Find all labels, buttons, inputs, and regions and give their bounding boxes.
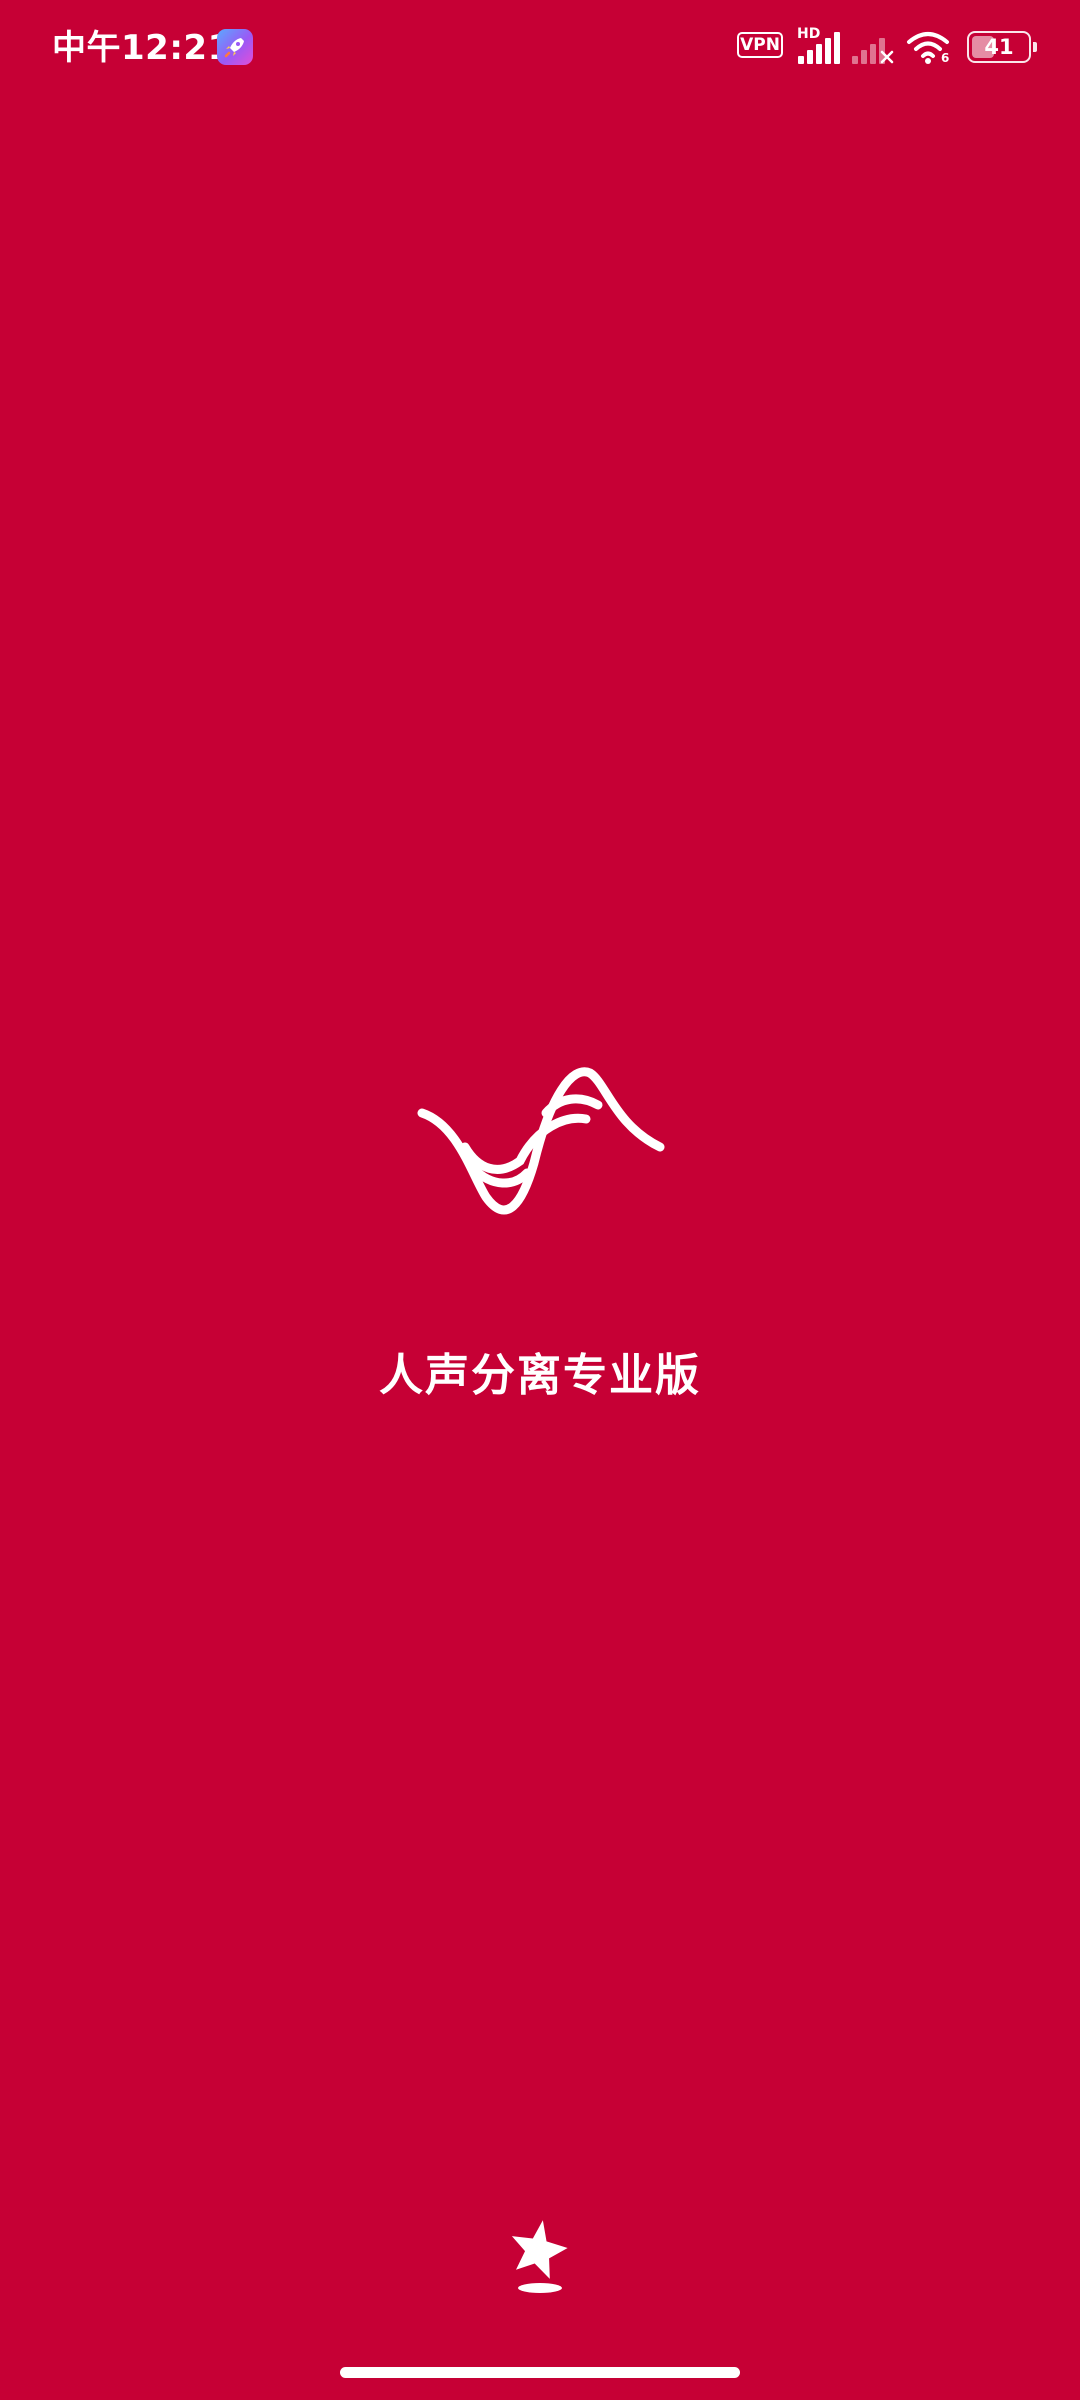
app-name: 人声分离专业版: [379, 1350, 701, 1401]
sound-wave-logo-icon: [417, 1067, 665, 1215]
cellular-signal-icon: [798, 32, 840, 64]
star-brand-icon: [511, 2220, 568, 2293]
status-bar: 中午12:21 VPN HD 6 41: [0, 0, 1080, 100]
home-indicator[interactable]: [340, 2367, 740, 2378]
wifi-number: 6: [941, 51, 950, 65]
battery-percent: 41: [984, 35, 1014, 59]
status-time: 中午12:21: [52, 28, 232, 68]
cellular-signal-no-service-icon: [852, 38, 894, 64]
vpn-badge: VPN: [737, 32, 783, 58]
notification-app-icon: [217, 29, 253, 65]
battery-tip: [1033, 42, 1037, 52]
battery-icon: 41: [967, 31, 1031, 63]
